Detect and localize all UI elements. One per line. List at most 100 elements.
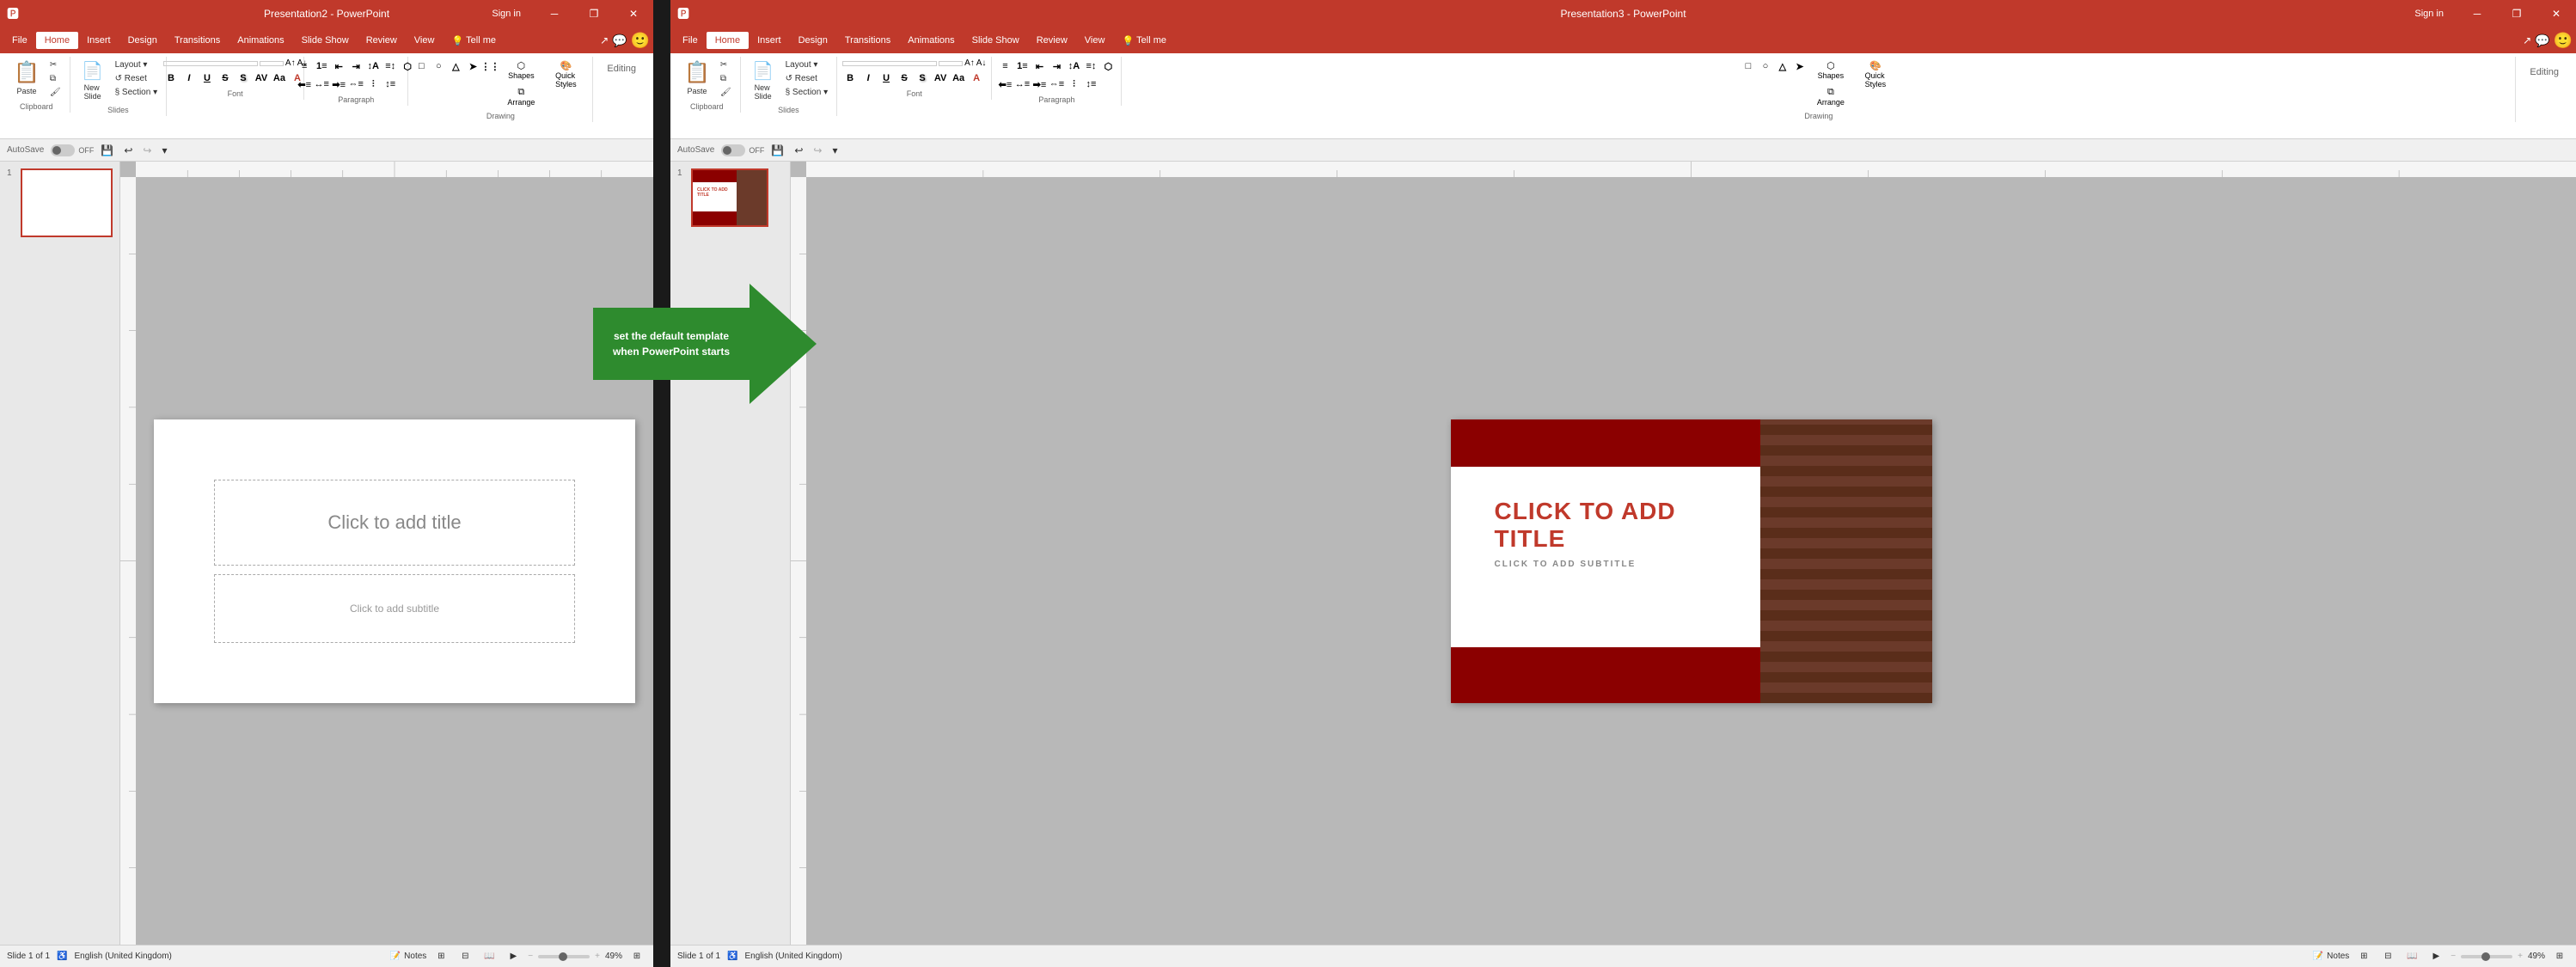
menu-home-2[interactable]: Home xyxy=(707,32,749,49)
slide-thumb-2[interactable]: CLICK TO ADD TITLE xyxy=(691,168,768,227)
minimize-btn-2[interactable]: ─ xyxy=(2457,0,2497,28)
quick-styles-btn-1[interactable]: 🎨 QuickStyles xyxy=(544,58,587,90)
undo-btn-qat-2[interactable]: ↩ xyxy=(791,143,806,158)
share-icon-2[interactable]: ↗ xyxy=(2523,34,2531,46)
accessibility-icon-2[interactable]: ♿ xyxy=(727,952,737,961)
zoom-level-1[interactable]: 49% xyxy=(605,952,622,961)
customize-btn-qat-2[interactable]: ▾ xyxy=(829,143,841,158)
layout-btn-1[interactable]: Layout ▾ xyxy=(112,58,162,71)
font-name-input-2[interactable] xyxy=(842,61,937,66)
shapes-btn-2[interactable]: ⬡ Shapes xyxy=(1809,58,1852,82)
menu-review-1[interactable]: Review xyxy=(358,32,406,49)
emoji-icon-1[interactable]: 🙂 xyxy=(631,32,650,50)
layout-btn-2[interactable]: Layout ▾ xyxy=(782,58,832,71)
restore-btn-2[interactable]: ❐ xyxy=(2497,0,2536,28)
notes-btn-1[interactable]: 📝 Notes xyxy=(390,952,427,961)
shape-2[interactable]: ○ xyxy=(431,58,446,74)
bold-btn-1[interactable]: B xyxy=(163,70,179,86)
normal-view-btn-2[interactable]: ⊞ xyxy=(2354,949,2373,964)
slide-thumb-1[interactable] xyxy=(21,168,113,237)
strikethrough-btn-1[interactable]: S xyxy=(217,70,233,86)
redo-btn-qat-1[interactable]: ↪ xyxy=(139,143,155,158)
menu-transitions-2[interactable]: Transitions xyxy=(836,32,899,49)
save-btn-qat-2[interactable]: 💾 xyxy=(768,143,787,158)
shape-w2[interactable]: ○ xyxy=(1758,58,1773,74)
shape-w1[interactable]: □ xyxy=(1741,58,1756,74)
reset-btn-2[interactable]: ↺ Reset xyxy=(782,72,832,85)
reset-btn-1[interactable]: ↺ Reset xyxy=(112,72,162,85)
minimize-btn-1[interactable]: ─ xyxy=(535,0,574,28)
slideshow-btn-1[interactable]: ▶ xyxy=(504,949,523,964)
zoom-slider-1[interactable] xyxy=(538,955,590,958)
char-spacing-btn-2[interactable]: AV xyxy=(933,70,948,86)
text-direction-btn-1[interactable]: ↕A xyxy=(365,58,381,74)
cut-btn-2[interactable]: ✂ xyxy=(717,58,735,71)
strikethrough-btn-2[interactable]: S xyxy=(896,70,912,86)
reading-view-btn-1[interactable]: 📖 xyxy=(480,949,499,964)
increase-indent-btn-2[interactable]: ⇥ xyxy=(1049,58,1064,74)
bullets-btn-2[interactable]: ≡ xyxy=(997,58,1013,74)
columns-btn-2[interactable]: ⫶ xyxy=(1066,77,1081,92)
cut-btn-1[interactable]: ✂ xyxy=(46,58,64,71)
menu-tellme-2[interactable]: 💡 Tell me xyxy=(1113,32,1175,50)
decrease-indent-btn-2[interactable]: ⇤ xyxy=(1031,58,1047,74)
menu-home-1[interactable]: Home xyxy=(36,32,78,49)
font-color-btn-2[interactable]: A xyxy=(969,70,984,86)
copy-btn-2[interactable]: ⧉ xyxy=(717,72,735,85)
new-slide-btn-2[interactable]: 📄 NewSlide xyxy=(746,58,780,102)
section-btn-1[interactable]: § Section ▾ xyxy=(112,86,162,99)
menu-tellme-1[interactable]: 💡 Tell me xyxy=(443,32,505,50)
menu-view-2[interactable]: View xyxy=(1076,32,1114,49)
shape-5[interactable]: ⋮⋮ xyxy=(482,58,498,74)
align-text-btn-1[interactable]: ≡↕ xyxy=(382,58,398,74)
menu-transitions-1[interactable]: Transitions xyxy=(166,32,229,49)
shadow-btn-1[interactable]: S xyxy=(236,70,251,86)
zoom-slider-2[interactable] xyxy=(2461,955,2512,958)
menu-slideshow-2[interactable]: Slide Show xyxy=(964,32,1028,49)
line-spacing-btn-1[interactable]: ↕≡ xyxy=(382,77,398,92)
section-btn-2[interactable]: § Section ▾ xyxy=(782,86,832,99)
new-slide-btn-1[interactable]: 📄 NewSlide xyxy=(76,58,110,102)
menu-file-2[interactable]: File xyxy=(674,32,707,49)
increase-indent-btn-1[interactable]: ⇥ xyxy=(348,58,364,74)
close-btn-1[interactable]: ✕ xyxy=(614,0,653,28)
close-btn-2[interactable]: ✕ xyxy=(2536,0,2576,28)
autosave-toggle-2[interactable] xyxy=(721,144,745,156)
italic-btn-2[interactable]: I xyxy=(860,70,876,86)
decrease-indent-btn-1[interactable]: ⇤ xyxy=(331,58,346,74)
zoom-level-2[interactable]: 49% xyxy=(2528,952,2545,961)
change-case-btn-2[interactable]: Aa xyxy=(951,70,966,86)
slideshow-btn-2[interactable]: ▶ xyxy=(2426,949,2445,964)
shadow-btn-2[interactable]: S xyxy=(915,70,930,86)
accessibility-icon-1[interactable]: ♿ xyxy=(57,952,67,961)
font-size-input-2[interactable] xyxy=(939,61,963,66)
align-center-btn-2[interactable]: ↔≡ xyxy=(1014,77,1030,92)
slide-title-box[interactable]: CLICK TO ADD TITLE CLICK TO ADD SUBTITLE xyxy=(1485,488,1743,578)
underline-btn-2[interactable]: U xyxy=(878,70,894,86)
format-painter-btn-1[interactable]: 🖌 xyxy=(46,86,64,99)
underline-btn-1[interactable]: U xyxy=(199,70,215,86)
font-increase-btn-1[interactable]: A↑ xyxy=(285,58,296,68)
bullets-btn-1[interactable]: ≡ xyxy=(297,58,312,74)
font-name-input-1[interactable] xyxy=(163,61,258,66)
menu-insert-2[interactable]: Insert xyxy=(749,32,790,49)
arrange-btn-2[interactable]: ⧉ Arrange xyxy=(1809,85,1852,108)
change-case-btn-1[interactable]: Aa xyxy=(272,70,287,86)
bold-btn-2[interactable]: B xyxy=(842,70,858,86)
menu-animations-2[interactable]: Animations xyxy=(899,32,963,49)
justify-btn-1[interactable]: ⇔≡ xyxy=(348,77,364,92)
menu-animations-1[interactable]: Animations xyxy=(229,32,292,49)
arrange-btn-1[interactable]: ⧉ Arrange xyxy=(499,85,542,108)
shape-1[interactable]: □ xyxy=(413,58,429,74)
quick-styles-btn-2[interactable]: 🎨 QuickStyles xyxy=(1854,58,1897,90)
fit-slide-btn-2[interactable]: ⊞ xyxy=(2550,949,2569,964)
customize-btn-qat-1[interactable]: ▾ xyxy=(158,143,170,158)
format-painter-btn-2[interactable]: 🖌 xyxy=(717,86,735,99)
italic-btn-1[interactable]: I xyxy=(181,70,197,86)
copy-btn-1[interactable]: ⧉ xyxy=(46,72,64,85)
font-decrease-btn-2[interactable]: A↓ xyxy=(976,58,987,68)
slide-canvas-2[interactable]: CLICK TO ADD TITLE CLICK TO ADD SUBTITLE… xyxy=(1451,419,1932,703)
char-spacing-btn-1[interactable]: AV xyxy=(254,70,269,86)
numbering-btn-1[interactable]: 1≡ xyxy=(314,58,329,74)
autosave-toggle-1[interactable] xyxy=(51,144,75,156)
